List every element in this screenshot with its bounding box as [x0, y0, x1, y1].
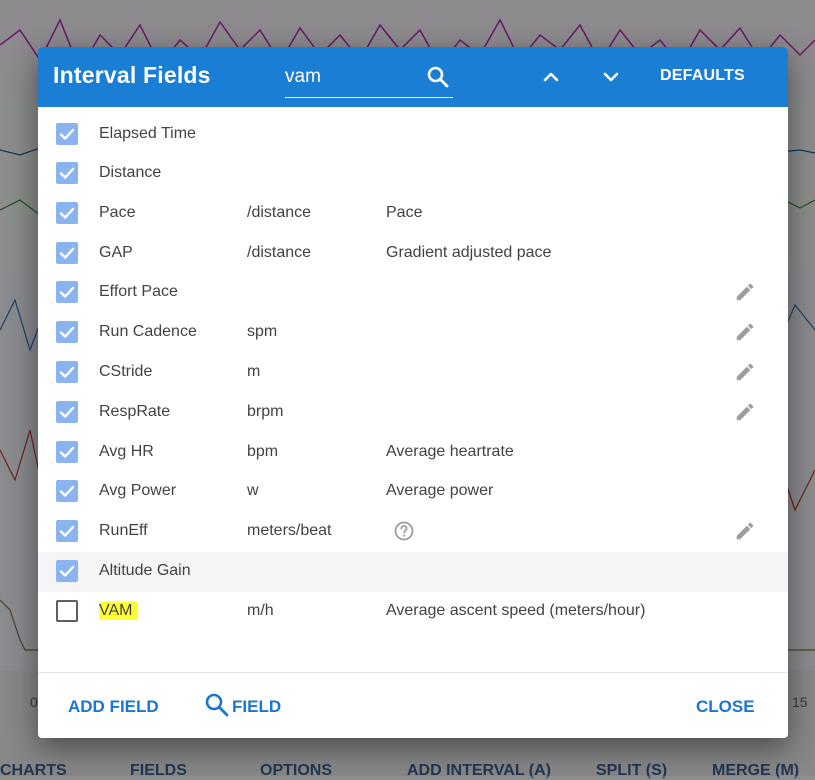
field-row[interactable]: RunEff meters/beat [38, 512, 788, 552]
field-description: Pace [386, 204, 423, 221]
checkmark-icon [59, 167, 75, 179]
field-name: RespRate [99, 403, 171, 420]
field-name: RunEff [99, 522, 148, 539]
dialog-title: Interval Fields [53, 62, 211, 88]
checkmark-icon [59, 366, 75, 378]
field-name: CStride [99, 363, 153, 380]
field-description: Gradient adjusted pace [386, 244, 552, 261]
checkmark-icon [59, 406, 75, 418]
dialog-header: Interval Fields DEFAULTS [38, 47, 788, 107]
checkmark-icon [59, 485, 75, 497]
field-name: Run Cadence [99, 323, 197, 340]
checkmark-icon [59, 565, 75, 577]
checkbox-checked[interactable] [56, 321, 78, 343]
search-field-icon[interactable] [204, 692, 230, 718]
search-box [285, 61, 453, 98]
search-icon[interactable] [426, 65, 450, 89]
checkbox-checked[interactable] [56, 281, 78, 303]
field-unit: brpm [247, 403, 284, 420]
edit-icon[interactable] [734, 361, 756, 383]
field-name: Avg HR [99, 443, 154, 460]
edit-icon[interactable] [734, 401, 756, 423]
field-row[interactable]: Distance [38, 154, 788, 194]
field-description: Average heartrate [386, 443, 514, 460]
checkbox-checked[interactable] [56, 480, 78, 502]
checkmark-icon [59, 207, 75, 219]
field-name: Effort Pace [99, 283, 178, 300]
field-unit: meters/beat [247, 522, 332, 539]
checkbox-checked[interactable] [56, 520, 78, 542]
field-unit: w [247, 482, 259, 499]
checkmark-icon [59, 128, 75, 140]
field-name: Altitude Gain [99, 562, 191, 579]
close-button[interactable]: CLOSE [696, 697, 755, 717]
edit-icon[interactable] [734, 520, 756, 542]
field-unit: m/h [247, 602, 274, 619]
field-description: Average ascent speed (meters/hour) [386, 602, 646, 619]
field-row[interactable]: Effort Pace [38, 273, 788, 313]
interval-fields-dialog: Interval Fields DEFAULTS Elapsed Time Dis… [38, 47, 788, 738]
field-unit: /distance [247, 244, 312, 261]
checkbox-checked[interactable] [56, 242, 78, 264]
edit-icon[interactable] [734, 281, 756, 303]
checkbox-checked[interactable] [56, 441, 78, 463]
field-name: Avg Power [99, 482, 177, 499]
help-icon[interactable] [393, 520, 415, 542]
field-unit: /distance [247, 204, 312, 221]
field-row[interactable]: GAP/distance Gradient adjusted pace [38, 234, 788, 274]
checkbox-checked[interactable] [56, 123, 78, 145]
field-row[interactable]: Avg HR bpm Average heartrate [38, 433, 788, 473]
field-row[interactable]: Run Cadence spm [38, 313, 788, 353]
field-row[interactable]: Elapsed Time [38, 115, 788, 155]
field-row[interactable]: Pace/distance Pace [38, 194, 788, 234]
field-row[interactable]: RespRate brpm [38, 393, 788, 433]
checkbox-checked[interactable] [56, 162, 78, 184]
checkmark-icon [59, 326, 75, 338]
field-unit: m [247, 363, 261, 380]
defaults-button[interactable]: DEFAULTS [660, 67, 745, 85]
field-name: Elapsed Time [99, 125, 196, 142]
checkmark-icon [59, 247, 75, 259]
search-input[interactable] [285, 63, 415, 91]
field-unit: bpm [247, 443, 279, 460]
field-description: Average power [386, 482, 494, 499]
checkmark-icon [59, 286, 75, 298]
field-row[interactable]: CStride m [38, 353, 788, 393]
checkbox-checked[interactable] [56, 361, 78, 383]
chevron-up-icon[interactable] [539, 65, 563, 89]
field-name: GAP [99, 244, 133, 261]
field-unit: spm [247, 323, 278, 340]
checkbox-checked[interactable] [56, 560, 78, 582]
checkmark-icon [59, 525, 75, 537]
checkbox-checked[interactable] [56, 401, 78, 423]
field-name: Pace [99, 204, 136, 221]
checkbox-unchecked[interactable] [56, 600, 78, 622]
chevron-down-icon[interactable] [599, 65, 623, 89]
dialog-footer: ADD FIELD FIELD CLOSE [38, 672, 788, 738]
field-name: Distance [99, 164, 162, 181]
add-field-button[interactable]: ADD FIELD [68, 697, 159, 717]
checkmark-icon [59, 446, 75, 458]
field-name: VAM [99, 602, 139, 620]
field-row[interactable]: Altitude Gain [38, 552, 788, 592]
field-row[interactable]: Avg Power w Average power [38, 472, 788, 512]
edit-icon[interactable] [734, 321, 756, 343]
checkbox-checked[interactable] [56, 202, 78, 224]
field-row[interactable]: VAM m/h Average ascent speed (meters/hour) [38, 592, 788, 632]
search-field-button[interactable]: FIELD [232, 697, 281, 717]
